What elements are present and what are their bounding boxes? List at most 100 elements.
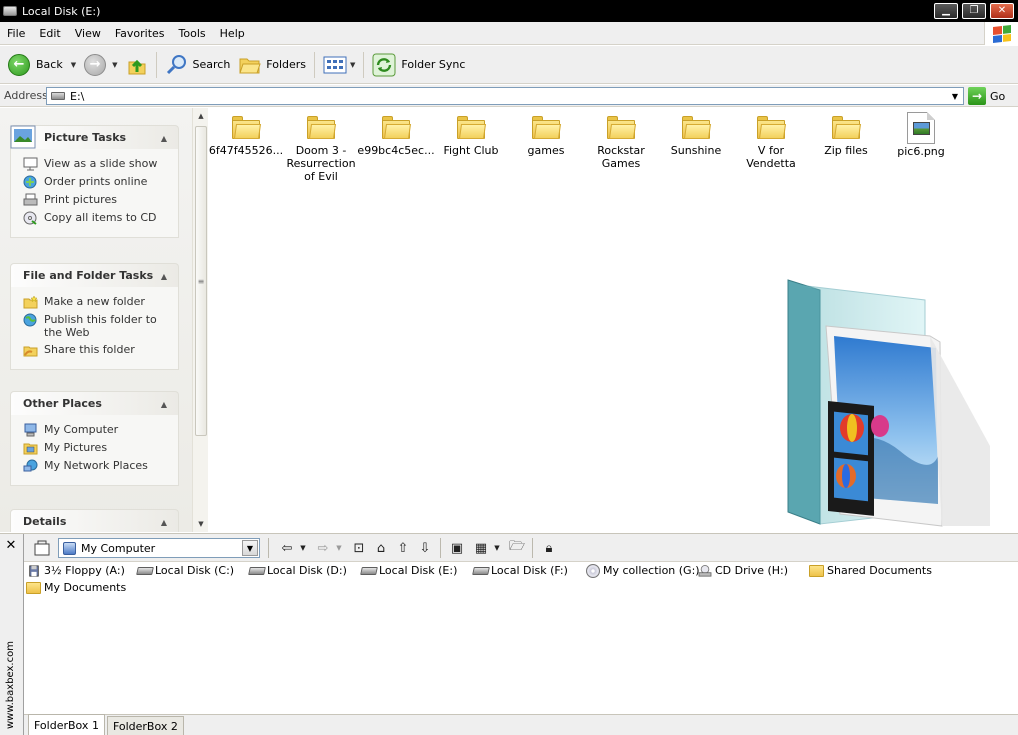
drive-item-c[interactable]: Local Disk (C:) <box>136 564 234 577</box>
menu-help[interactable]: Help <box>213 27 252 40</box>
folder-item[interactable]: 6f47f45526... <box>208 114 284 157</box>
back-dropdown-icon[interactable]: ▼ <box>71 61 76 69</box>
collapse-chevron-icon[interactable]: ▲ <box>158 516 170 528</box>
folder-item[interactable]: Doom 3 - Resurrection of Evil <box>283 114 359 183</box>
folder-item[interactable]: Sunshine <box>658 114 734 157</box>
views-button[interactable]: ▼ <box>319 50 359 80</box>
forward-dropdown-icon[interactable]: ▼ <box>112 61 117 69</box>
fb-home-button[interactable]: ⌂ <box>370 539 392 557</box>
menu-file[interactable]: File <box>0 27 32 40</box>
folder-item[interactable]: Fight Club <box>433 114 509 157</box>
other-places-header[interactable]: Other Places ▲ <box>10 391 179 415</box>
drive-item-floppy[interactable]: 3½ Floppy (A:) <box>26 564 125 577</box>
fb-views-dropdown-icon[interactable]: ▼ <box>492 539 502 557</box>
toolbar-separator <box>155 51 157 78</box>
menu-edit[interactable]: Edit <box>32 27 67 40</box>
fb-new-folder-button[interactable]: ▣ <box>446 539 468 557</box>
item-name: 6f47f45526... <box>208 144 284 157</box>
folder-icon <box>457 114 487 139</box>
drive-item-g[interactable]: My collection (G:) <box>585 563 700 578</box>
collapse-chevron-icon[interactable]: ▲ <box>158 132 170 144</box>
fb-back-dropdown-icon[interactable]: ▼ <box>298 539 308 557</box>
task-make-new-folder[interactable]: Make a new folder <box>23 295 178 309</box>
search-button[interactable]: Search <box>161 50 235 80</box>
collapse-chevron-icon[interactable]: ▲ <box>158 270 170 282</box>
scroll-up-arrow-icon[interactable]: ▲ <box>193 108 209 124</box>
views-dropdown-icon[interactable]: ▼ <box>350 61 355 69</box>
folder-icon <box>682 114 712 139</box>
fb-move-up-button[interactable]: ⇧ <box>392 539 414 557</box>
location-dropdown[interactable]: My Computer ▼ <box>58 538 260 558</box>
task-copy-to-cd[interactable]: Copy all items to CD <box>23 211 178 225</box>
folder-item[interactable]: games <box>508 114 584 157</box>
location-dropdown-arrow-icon[interactable]: ▼ <box>242 540 258 556</box>
scroll-down-arrow-icon[interactable]: ▼ <box>193 516 209 532</box>
task-order-prints[interactable]: Order prints online <box>23 175 178 189</box>
back-arrow-icon: ← <box>8 53 30 76</box>
folder-icon <box>757 114 787 139</box>
file-item[interactable]: pic6.png <box>883 112 959 158</box>
maximize-button[interactable]: ❐ <box>962 3 986 19</box>
folder-item-shared-documents[interactable]: Shared Documents <box>809 564 932 577</box>
menu-favorites[interactable]: Favorites <box>108 27 172 40</box>
menu-bar: File Edit View Favorites Tools Help <box>0 22 1018 45</box>
cd-drive-icon <box>698 564 712 577</box>
place-my-pictures[interactable]: My Pictures <box>23 441 178 455</box>
fb-forward-button[interactable]: ⇨ <box>312 539 334 557</box>
folder-item[interactable]: Zip files <box>808 114 884 157</box>
fb-up-folder-button[interactable]: ⊡ <box>348 539 370 557</box>
address-dropdown-icon[interactable]: ▼ <box>947 88 963 104</box>
cd-icon <box>23 211 37 225</box>
menu-tools[interactable]: Tools <box>172 27 213 40</box>
folder-item-my-documents[interactable]: My Documents <box>26 581 126 594</box>
fb-back-button[interactable]: ⇦ <box>276 539 298 557</box>
folder-item[interactable]: V for Vendetta <box>733 114 809 170</box>
forward-button[interactable]: → ▼ <box>80 50 121 80</box>
close-button[interactable]: ✕ <box>990 3 1014 19</box>
file-folder-tasks-header[interactable]: File and Folder Tasks ▲ <box>10 263 179 287</box>
drive-item-h[interactable]: CD Drive (H:) <box>697 564 788 577</box>
folder-sync-button[interactable]: Folder Sync <box>368 50 469 80</box>
details-header[interactable]: Details ▲ <box>10 509 179 532</box>
folder-item[interactable]: e99bc4c5ec... <box>357 114 435 157</box>
drive-item-e[interactable]: Local Disk (E:) <box>360 564 457 577</box>
hard-drive-icon <box>360 565 378 577</box>
close-panel-icon[interactable]: ✕ <box>4 538 18 553</box>
task-label: Publish this folder to the Web <box>44 313 157 339</box>
tab-folderbox-1[interactable]: FolderBox 1 <box>28 714 105 735</box>
task-view-slideshow[interactable]: View as a slide show <box>23 157 178 171</box>
picture-tasks-header[interactable]: Picture Tasks ▲ <box>10 125 179 149</box>
task-publish-web[interactable]: Publish this folder to the Web <box>23 313 178 339</box>
scroll-thumb[interactable]: ≡ <box>195 126 207 436</box>
collapse-chevron-icon[interactable]: ▲ <box>158 398 170 410</box>
task-print-pictures[interactable]: Print pictures <box>23 193 178 207</box>
menu-view[interactable]: View <box>68 27 108 40</box>
back-button[interactable]: ← Back ▼ <box>4 50 80 80</box>
task-share-folder[interactable]: Share this folder <box>23 343 178 357</box>
go-button[interactable]: → Go <box>968 86 1005 106</box>
drive-icon <box>3 6 17 16</box>
tab-folderbox-2[interactable]: FolderBox 2 <box>106 716 184 735</box>
drive-label: 3½ Floppy (A:) <box>44 564 125 577</box>
drive-item-d[interactable]: Local Disk (D:) <box>248 564 347 577</box>
fb-views-button[interactable]: ▦ <box>470 539 492 557</box>
new-folder-icon <box>23 295 38 309</box>
folder-item[interactable]: Rockstar Games <box>583 114 659 170</box>
properties-button[interactable] <box>32 539 52 557</box>
fb-move-down-button[interactable]: ⇩ <box>414 539 436 557</box>
task-pane-scrollbar[interactable]: ▲ ≡ ▼ <box>192 108 208 532</box>
fb-lock-button[interactable]: 🔒︎ <box>538 539 560 557</box>
folders-button[interactable]: Folders <box>234 50 310 80</box>
place-my-computer[interactable]: My Computer <box>23 423 178 437</box>
fb-forward-dropdown-icon[interactable]: ▼ <box>334 539 344 557</box>
floppy-icon <box>29 564 39 577</box>
place-my-network-places[interactable]: My Network Places <box>23 459 178 473</box>
hard-drive-icon <box>248 565 266 577</box>
fb-open-button[interactable]: 🗁 <box>506 539 528 557</box>
place-label: My Pictures <box>44 441 108 454</box>
other-places-panel: Other Places ▲ My Computer My Pictures M… <box>10 391 179 486</box>
up-button[interactable] <box>122 50 152 80</box>
minimize-button[interactable]: ▁ <box>934 3 958 19</box>
address-input[interactable]: E:\ ▼ <box>46 87 964 105</box>
drive-item-f[interactable]: Local Disk (F:) <box>472 564 568 577</box>
